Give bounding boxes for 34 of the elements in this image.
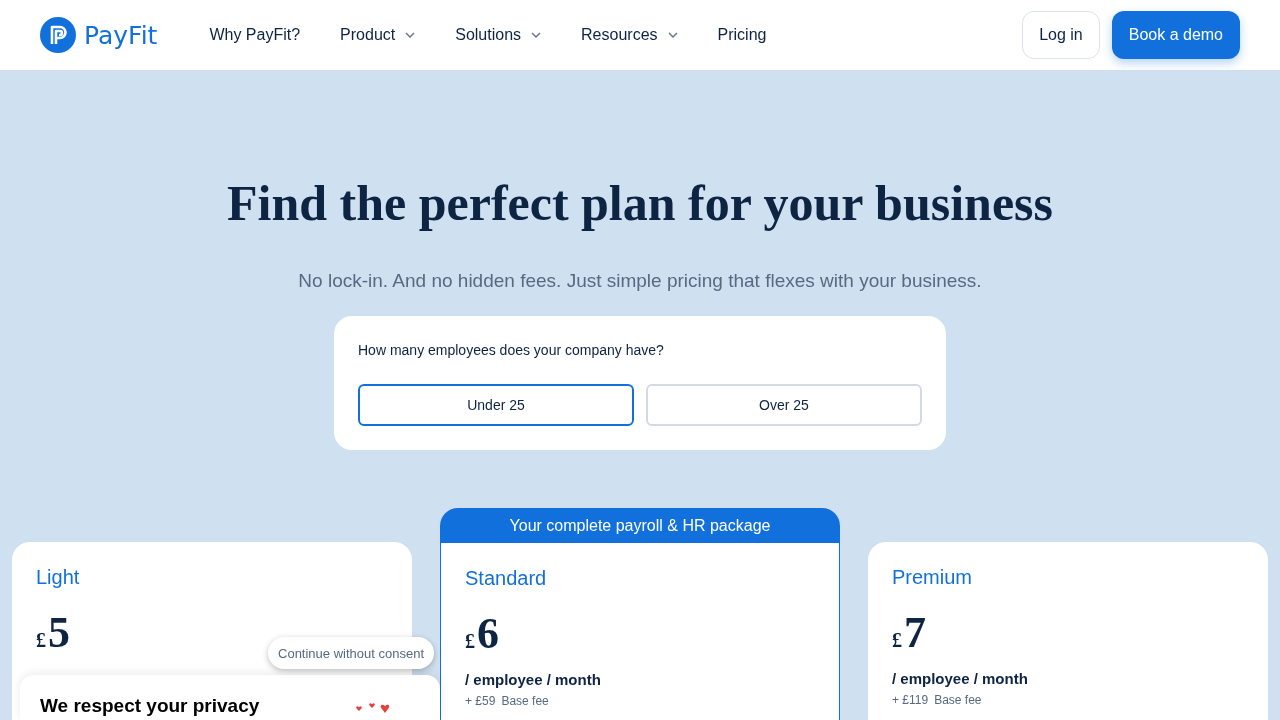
nav-link[interactable]: Resources — [581, 26, 678, 44]
plan-name: Standard — [465, 567, 548, 590]
cookie-title: We respect your privacy — [40, 695, 260, 717]
base-fee-amount: + £59 — [465, 694, 496, 708]
plan-price: 5 — [48, 607, 70, 658]
page-title: Find the perfect plan for your business — [227, 174, 1053, 232]
question-text: How many employees does your company have? — [358, 342, 665, 358]
login-button[interactable]: Log in — [1022, 11, 1100, 59]
brand-name: PayFit — [84, 20, 158, 50]
currency-symbol: £ — [465, 630, 475, 653]
base-fee-label: Base fee — [934, 693, 982, 707]
logo-icon — [40, 17, 76, 53]
nav-link[interactable]: Why PayFit? — [209, 26, 301, 44]
currency-symbol: £ — [36, 629, 46, 652]
page-subtitle: No lock-in. And no hidden fees. Just simple pricing that flexes with your business. — [298, 270, 982, 292]
base-fee-label: Base fee — [501, 694, 549, 708]
plan-name: Premium — [892, 566, 973, 589]
continue-without-consent-button[interactable]: Continue without consent — [268, 637, 434, 669]
currency-symbol: £ — [892, 629, 902, 652]
price-unit: / employee / month — [465, 671, 602, 688]
hearts-icon — [354, 701, 392, 715]
plan-banner: Your complete payroll & HR package — [440, 508, 840, 543]
base-fee-amount: + £119 — [892, 693, 929, 707]
book-demo-button[interactable]: Book a demo — [1111, 11, 1240, 59]
plan-price: 7 — [904, 607, 926, 658]
price-unit: / employee / month — [892, 670, 1029, 687]
nav-link[interactable]: Solutions — [455, 26, 542, 44]
plan-name: Light — [36, 566, 81, 589]
option-button[interactable]: Under 25 — [358, 384, 634, 426]
nav-link[interactable]: Product — [340, 26, 416, 44]
logo-link[interactable]: PayFit — [40, 17, 158, 53]
option-button[interactable]: Over 25 — [646, 384, 922, 426]
nav-link[interactable]: Pricing — [717, 26, 767, 44]
plan-price: 6 — [477, 608, 499, 659]
